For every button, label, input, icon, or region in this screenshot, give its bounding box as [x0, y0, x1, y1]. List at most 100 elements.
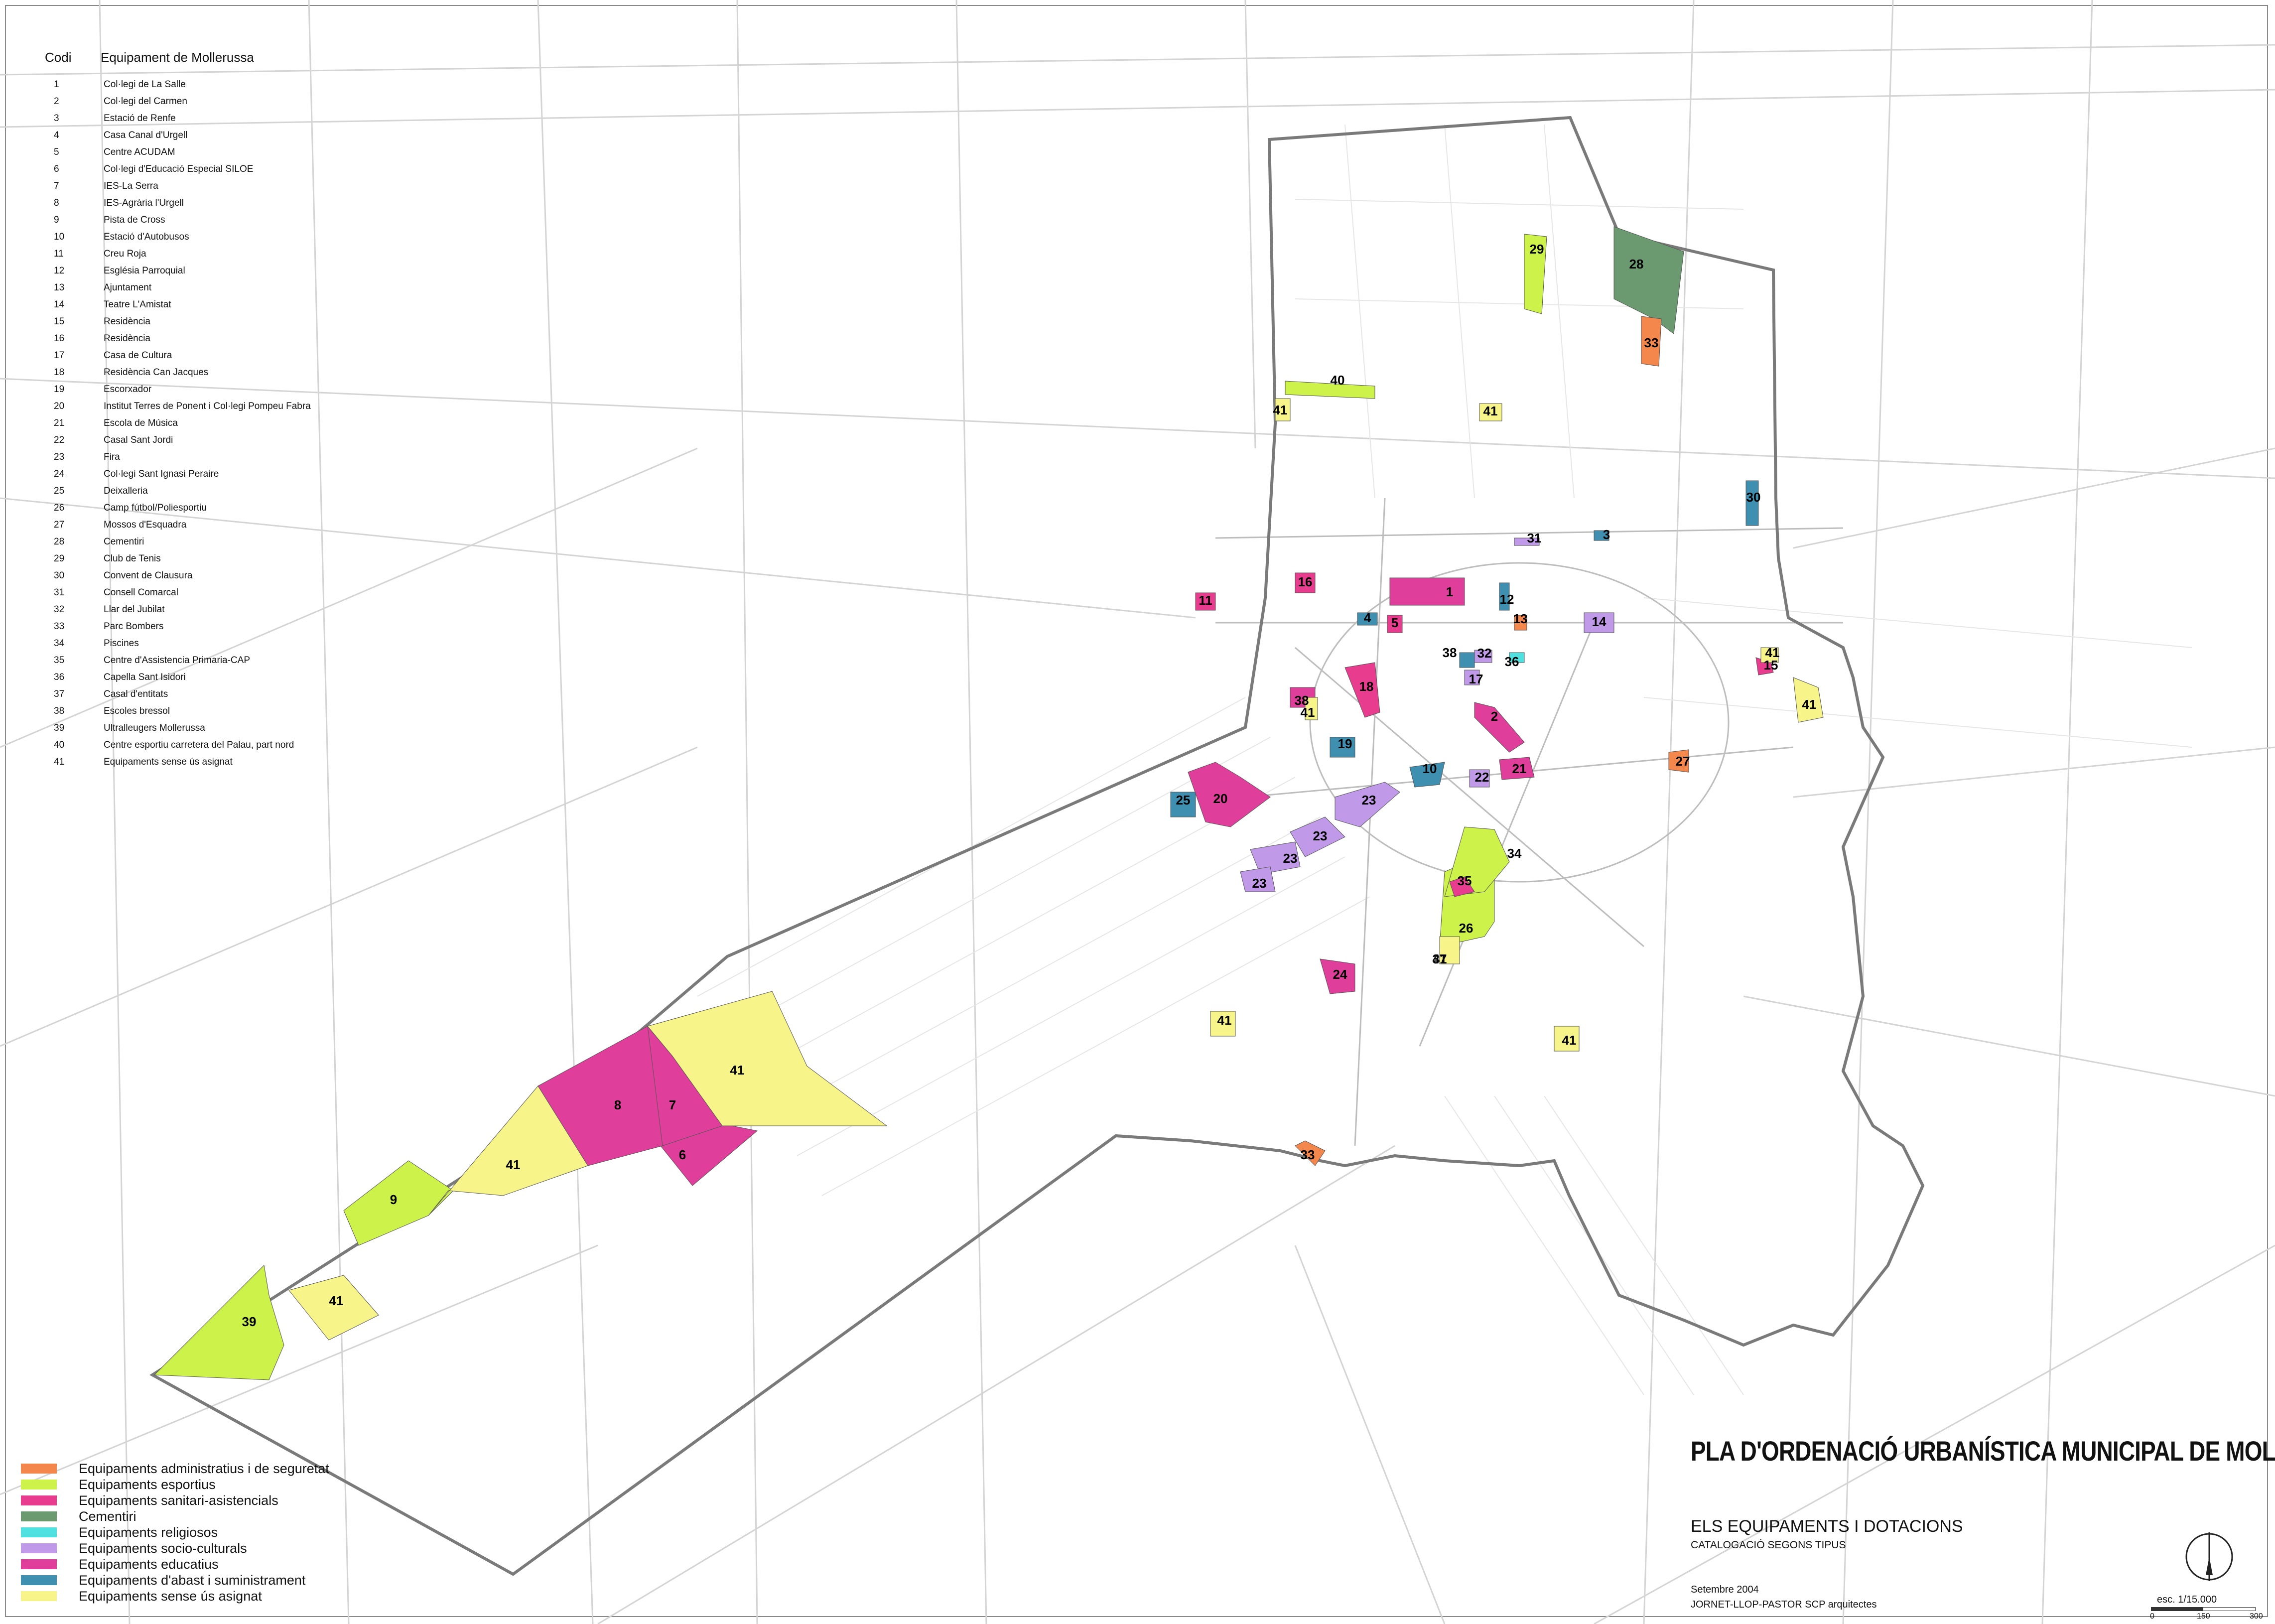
- legend: Equipaments administratius i de segureta…: [21, 1461, 380, 1604]
- code-name: Casal Sant Jordi: [104, 435, 173, 445]
- code-row: 28 Cementiri: [45, 534, 394, 550]
- zone-label-10: 10: [1423, 761, 1437, 776]
- code-row: 34 Piscines: [45, 635, 394, 652]
- code-name: Casa de Cultura: [104, 350, 172, 361]
- code-row: 23 Fira: [45, 449, 394, 466]
- code-number: 24: [54, 469, 65, 479]
- code-name: Estació d'Autobusos: [104, 232, 189, 242]
- code-name: IES-Agrària l'Urgell: [104, 198, 184, 208]
- code-row: 21 Escola de Música: [45, 415, 394, 432]
- code-row: 41 Equipaments sense ús asignat: [45, 754, 394, 771]
- legend-item: Equipaments religiosos: [21, 1524, 380, 1540]
- zone-label-18: 18: [1359, 679, 1374, 694]
- title-block: PLA D'ORDENACIÓ URBANÍSTICA MUNICIPAL DE…: [1691, 1435, 2275, 1610]
- code-name: Col·legi del Carmen: [104, 96, 187, 107]
- code-row: 25 Deixalleria: [45, 483, 394, 500]
- code-name: Teatre L'Amistat: [104, 299, 171, 310]
- code-name: Creu Roja: [104, 249, 146, 259]
- code-name: Capella Sant Isidori: [104, 672, 186, 682]
- code-number: 21: [54, 418, 65, 428]
- code-name: Mossos d'Esquadra: [104, 520, 187, 530]
- code-name: Centre esportiu carretera del Palau, par…: [104, 740, 294, 750]
- urban-core: [1215, 498, 1844, 1146]
- code-name: Residència Can Jacques: [104, 367, 209, 378]
- subsubtitle: CATALOGACIÓ SEGONS TIPUS: [1691, 1539, 1846, 1551]
- code-name: Escorxador: [104, 384, 152, 395]
- zone-9: [343, 1160, 454, 1246]
- code-row: 32 Llar del Jubilat: [45, 601, 394, 618]
- zone-label-16: 16: [1298, 574, 1313, 589]
- legend-swatch: [21, 1559, 57, 1569]
- zone-label-40: 40: [1331, 373, 1345, 388]
- zone-label-27: 27: [1676, 754, 1690, 769]
- code-name: Deixalleria: [104, 486, 148, 496]
- code-number: 18: [54, 367, 65, 378]
- zone-label-41: 41: [730, 1063, 745, 1078]
- zone-label-4: 4: [1364, 610, 1371, 625]
- zone-label-28: 28: [1629, 257, 1644, 271]
- code-number: 22: [54, 435, 65, 445]
- code-number: 33: [54, 621, 65, 632]
- code-name: Cementiri: [104, 537, 144, 547]
- legend-label: Equipaments sense ús asignat: [79, 1588, 262, 1604]
- zone-label-20: 20: [1213, 791, 1228, 806]
- code-number: 3: [54, 113, 59, 124]
- legend-swatch: [21, 1511, 57, 1521]
- code-row: 12 Església Parroquial: [45, 263, 394, 279]
- zone-label-12: 12: [1500, 592, 1514, 607]
- code-number: 5: [54, 147, 59, 157]
- background-parcels: [697, 124, 2192, 1395]
- code-row: 36 Capella Sant Isidori: [45, 669, 394, 686]
- code-row: 16 Residència: [45, 330, 394, 347]
- code-name: Col·legi de La Salle: [104, 79, 186, 90]
- code-row: 40 Centre esportiu carretera del Palau, p…: [45, 737, 394, 754]
- zone-label-41: 41: [329, 1293, 344, 1308]
- code-row: 37 Casal d'entitats: [45, 686, 394, 703]
- code-name: Convent de Clausura: [104, 570, 193, 581]
- legend-swatch: [21, 1527, 57, 1537]
- code-name: Església Parroquial: [104, 266, 185, 276]
- zone-label-23: 23: [1252, 876, 1267, 891]
- legend-swatch: [21, 1543, 57, 1553]
- zone-label-41: 41: [506, 1157, 521, 1172]
- code-name: Piscines: [104, 638, 139, 649]
- zone-label-41: 41: [1802, 697, 1817, 712]
- zone-label-33: 33: [1644, 335, 1659, 350]
- code-number: 15: [54, 316, 65, 327]
- code-number: 32: [54, 604, 65, 615]
- code-row: 27 Mossos d'Esquadra: [45, 517, 394, 534]
- code-number: 20: [54, 401, 65, 411]
- zone-label-13: 13: [1513, 611, 1528, 626]
- date-label: Setembre 2004: [1691, 1584, 1759, 1595]
- code-name: Ultralleugers Mollerussa: [104, 723, 205, 733]
- zone-label-22: 22: [1475, 770, 1489, 785]
- code-name: Consell Comarcal: [104, 587, 178, 598]
- code-name: Llar del Jubilat: [104, 604, 165, 615]
- zone-label-41: 41: [1433, 951, 1447, 966]
- code-name: Casal d'entitats: [104, 689, 168, 699]
- zones-layer: [153, 226, 1824, 1380]
- code-row: 17 Casa de Cultura: [45, 347, 394, 364]
- legend-swatch: [21, 1480, 57, 1489]
- code-name: Ajuntament: [104, 282, 152, 293]
- zone-label-14: 14: [1592, 614, 1606, 629]
- legend-swatch: [21, 1464, 57, 1474]
- zone-label-5: 5: [1391, 615, 1398, 630]
- authors-label: JORNET-LLOP-PASTOR SCP arquitectes: [1691, 1599, 1877, 1610]
- zone-label-1: 1: [1446, 584, 1453, 599]
- code-row: 1 Col·legi de La Salle: [45, 76, 394, 93]
- code-number: 17: [54, 350, 65, 361]
- codes-header-name: Equipament de Mollerussa: [101, 50, 254, 65]
- code-row: 18 Residència Can Jacques: [45, 364, 394, 381]
- code-number: 23: [54, 452, 65, 462]
- code-row: 2 Col·legi del Carmen: [45, 93, 394, 110]
- code-number: 27: [54, 520, 65, 530]
- legend-item: Cementiri: [21, 1508, 380, 1524]
- legend-label: Equipaments sanitari-asistencials: [79, 1492, 278, 1508]
- codes-table-header: Codi Equipament de Mollerussa: [45, 50, 394, 65]
- zone-label-24: 24: [1333, 967, 1347, 982]
- code-row: 8 IES-Agrària l'Urgell: [45, 195, 394, 212]
- zone-label-6: 6: [679, 1147, 686, 1162]
- code-name: Fira: [104, 452, 120, 462]
- code-number: 2: [54, 96, 59, 107]
